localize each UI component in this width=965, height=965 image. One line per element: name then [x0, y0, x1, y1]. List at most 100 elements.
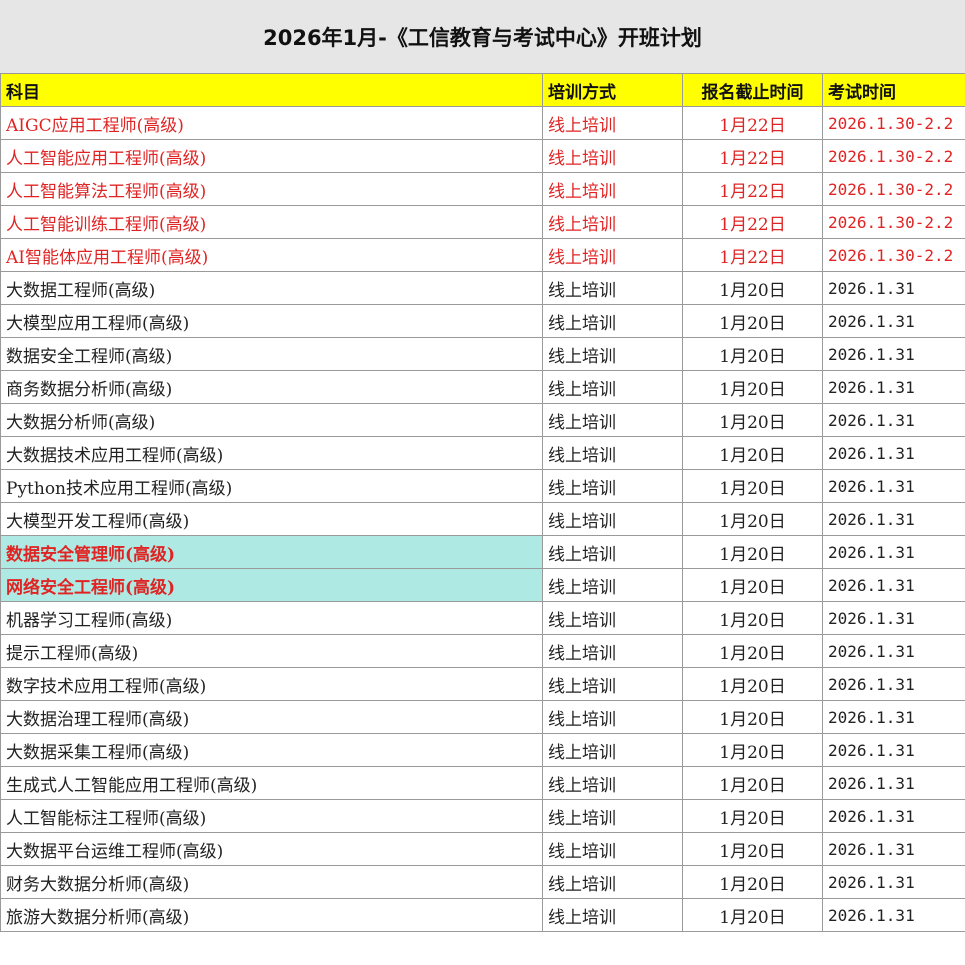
- cell-mode: 线上培训: [542, 337, 683, 371]
- cell-deadline: 1月20日: [682, 733, 823, 767]
- cell-deadline: 1月20日: [682, 865, 823, 899]
- cell-deadline: 1月20日: [682, 634, 823, 668]
- table-row: 商务数据分析师(高级) 线上培训 1月20日 2026.1.31: [0, 370, 965, 404]
- table-row: 生成式人工智能应用工程师(高级) 线上培训 1月20日 2026.1.31: [0, 766, 965, 800]
- cell-deadline: 1月20日: [682, 799, 823, 833]
- table-row: 数据安全工程师(高级) 线上培训 1月20日 2026.1.31: [0, 337, 965, 371]
- cell-subject: 商务数据分析师(高级): [0, 370, 543, 404]
- cell-mode: 线上培训: [542, 865, 683, 899]
- header-subject: 科目: [0, 73, 543, 107]
- table-row: 旅游大数据分析师(高级) 线上培训 1月20日 2026.1.31: [0, 898, 965, 932]
- cell-deadline: 1月22日: [682, 139, 823, 173]
- cell-exam: 2026.1.31: [822, 436, 965, 470]
- cell-deadline: 1月20日: [682, 832, 823, 866]
- cell-exam: 2026.1.31: [822, 799, 965, 833]
- cell-subject: 人工智能训练工程师(高级): [0, 205, 543, 239]
- table-row: 大模型开发工程师(高级) 线上培训 1月20日 2026.1.31: [0, 502, 965, 536]
- header-row: 科目 培训方式 报名截止时间 考试时间: [0, 73, 965, 107]
- cell-exam: 2026.1.31: [822, 898, 965, 932]
- cell-exam: 2026.1.30-2.2: [822, 172, 965, 206]
- cell-deadline: 1月20日: [682, 370, 823, 404]
- cell-subject: 财务大数据分析师(高级): [0, 865, 543, 899]
- cell-exam: 2026.1.30-2.2: [822, 106, 965, 140]
- cell-deadline: 1月20日: [682, 271, 823, 305]
- cell-deadline: 1月20日: [682, 304, 823, 338]
- cell-mode: 线上培训: [542, 403, 683, 437]
- cell-mode: 线上培训: [542, 106, 683, 140]
- cell-exam: 2026.1.31: [822, 271, 965, 305]
- cell-exam: 2026.1.31: [822, 535, 965, 569]
- cell-subject: 旅游大数据分析师(高级): [0, 898, 543, 932]
- cell-exam: 2026.1.31: [822, 733, 965, 767]
- cell-subject: 网络安全工程师(高级): [0, 568, 543, 602]
- cell-subject: 机器学习工程师(高级): [0, 601, 543, 635]
- cell-mode: 线上培训: [542, 502, 683, 536]
- table-row: 人工智能标注工程师(高级) 线上培训 1月20日 2026.1.31: [0, 799, 965, 833]
- cell-mode: 线上培训: [542, 238, 683, 272]
- table-body: AIGC应用工程师(高级) 线上培训 1月22日 2026.1.30-2.2 人工智能应…: [0, 106, 965, 932]
- cell-subject: 生成式人工智能应用工程师(高级): [0, 766, 543, 800]
- cell-mode: 线上培训: [542, 172, 683, 206]
- cell-exam: 2026.1.31: [822, 370, 965, 404]
- cell-mode: 线上培训: [542, 535, 683, 569]
- cell-subject: 数据安全工程师(高级): [0, 337, 543, 371]
- cell-deadline: 1月22日: [682, 238, 823, 272]
- cell-deadline: 1月20日: [682, 766, 823, 800]
- cell-subject: 大数据平台运维工程师(高级): [0, 832, 543, 866]
- schedule-table: 科目 培训方式 报名截止时间 考试时间 AIGC应用工程师(高级) 线上培训 1月2…: [0, 73, 965, 932]
- cell-subject: 数字技术应用工程师(高级): [0, 667, 543, 701]
- cell-subject: 大数据工程师(高级): [0, 271, 543, 305]
- cell-exam: 2026.1.31: [822, 337, 965, 371]
- cell-subject: 人工智能算法工程师(高级): [0, 172, 543, 206]
- cell-mode: 线上培训: [542, 436, 683, 470]
- cell-exam: 2026.1.31: [822, 469, 965, 503]
- table-row: AI智能体应用工程师(高级) 线上培训 1月22日 2026.1.30-2.2: [0, 238, 965, 272]
- cell-deadline: 1月20日: [682, 535, 823, 569]
- cell-mode: 线上培训: [542, 667, 683, 701]
- table-row: AIGC应用工程师(高级) 线上培训 1月22日 2026.1.30-2.2: [0, 106, 965, 140]
- cell-subject: 数据安全管理师(高级): [0, 535, 543, 569]
- cell-deadline: 1月20日: [682, 502, 823, 536]
- cell-subject: 大数据治理工程师(高级): [0, 700, 543, 734]
- cell-deadline: 1月20日: [682, 403, 823, 437]
- cell-exam: 2026.1.31: [822, 832, 965, 866]
- cell-subject: 人工智能应用工程师(高级): [0, 139, 543, 173]
- cell-deadline: 1月22日: [682, 106, 823, 140]
- cell-exam: 2026.1.31: [822, 634, 965, 668]
- cell-exam: 2026.1.31: [822, 568, 965, 602]
- cell-exam: 2026.1.31: [822, 667, 965, 701]
- cell-subject: 大数据分析师(高级): [0, 403, 543, 437]
- cell-subject: 提示工程师(高级): [0, 634, 543, 668]
- table-row: 大数据采集工程师(高级) 线上培训 1月20日 2026.1.31: [0, 733, 965, 767]
- cell-exam: 2026.1.31: [822, 766, 965, 800]
- table-row: 大数据平台运维工程师(高级) 线上培训 1月20日 2026.1.31: [0, 832, 965, 866]
- cell-subject: 大模型开发工程师(高级): [0, 502, 543, 536]
- page-title: 2026年1月-《工信教育与考试中心》开班计划: [0, 0, 965, 74]
- table-row: 网络安全工程师(高级) 线上培训 1月20日 2026.1.31: [0, 568, 965, 602]
- cell-mode: 线上培训: [542, 469, 683, 503]
- cell-subject: AIGC应用工程师(高级): [0, 106, 543, 140]
- cell-mode: 线上培训: [542, 205, 683, 239]
- cell-deadline: 1月20日: [682, 436, 823, 470]
- table-row: 机器学习工程师(高级) 线上培训 1月20日 2026.1.31: [0, 601, 965, 635]
- cell-subject: 大模型应用工程师(高级): [0, 304, 543, 338]
- table-row: 人工智能训练工程师(高级) 线上培训 1月22日 2026.1.30-2.2: [0, 205, 965, 239]
- cell-deadline: 1月20日: [682, 337, 823, 371]
- table-row: Python技术应用工程师(高级) 线上培训 1月20日 2026.1.31: [0, 469, 965, 503]
- cell-mode: 线上培训: [542, 568, 683, 602]
- table-row: 大数据分析师(高级) 线上培训 1月20日 2026.1.31: [0, 403, 965, 437]
- cell-exam: 2026.1.30-2.2: [822, 238, 965, 272]
- header-exam: 考试时间: [822, 73, 965, 107]
- cell-deadline: 1月20日: [682, 568, 823, 602]
- cell-exam: 2026.1.31: [822, 601, 965, 635]
- cell-exam: 2026.1.31: [822, 502, 965, 536]
- table-row: 数据安全管理师(高级) 线上培训 1月20日 2026.1.31: [0, 535, 965, 569]
- cell-subject: 人工智能标注工程师(高级): [0, 799, 543, 833]
- cell-exam: 2026.1.30-2.2: [822, 139, 965, 173]
- cell-deadline: 1月22日: [682, 172, 823, 206]
- header-mode: 培训方式: [542, 73, 683, 107]
- cell-mode: 线上培训: [542, 271, 683, 305]
- cell-mode: 线上培训: [542, 634, 683, 668]
- cell-exam: 2026.1.31: [822, 700, 965, 734]
- table-row: 大数据工程师(高级) 线上培训 1月20日 2026.1.31: [0, 271, 965, 305]
